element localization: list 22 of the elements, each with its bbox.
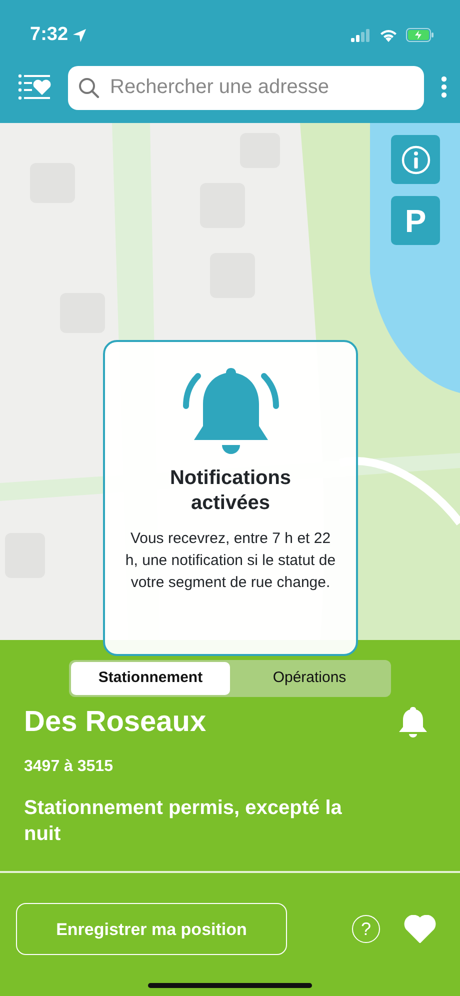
more-menu-button[interactable]	[440, 75, 448, 100]
parking-status: Stationnement permis, excepté la nuit	[24, 796, 343, 848]
heart-icon[interactable]	[404, 915, 436, 944]
favorites-list-button[interactable]	[18, 74, 52, 102]
toast-message: Vous recevrez, entre 7 h et 22 h, une notification si le statut de votre segment de rue change.	[125, 529, 336, 592]
search-field[interactable]: Rechercher une adresse	[68, 66, 424, 110]
location-arrow-icon	[72, 28, 88, 42]
parking-button[interactable]: P	[391, 196, 440, 245]
segment-tab[interactable]: Opérations	[230, 662, 389, 694]
wifi-icon	[379, 28, 398, 42]
help-button[interactable]: ?	[352, 915, 380, 944]
status-time: 7:32	[30, 22, 68, 47]
info-button[interactable]	[391, 135, 440, 184]
battery-charging-icon	[406, 28, 434, 42]
save-position-button[interactable]: Enregistrer ma position	[16, 903, 287, 956]
toast-title: Notifications activées	[168, 466, 292, 516]
info-icon	[400, 144, 430, 174]
segment-tab[interactable]: Stationnement	[71, 662, 230, 694]
address-range: 3497 à 3515	[24, 757, 114, 778]
signal-icon	[351, 28, 371, 42]
street-name: Des Roseaux	[24, 704, 206, 740]
bell-icon[interactable]	[398, 706, 428, 738]
